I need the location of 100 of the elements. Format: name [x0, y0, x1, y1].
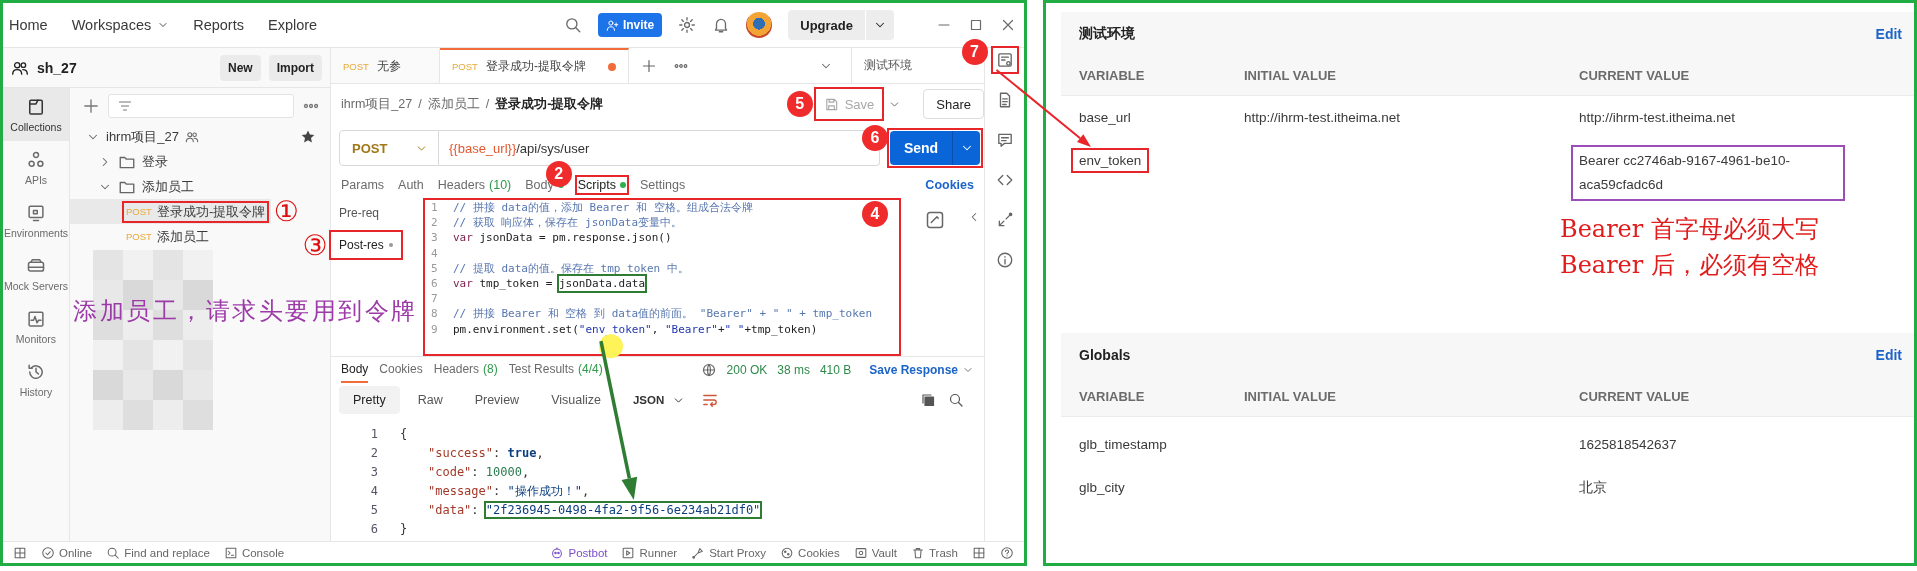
annotation-text: Bearer 后，必须有空格	[1560, 250, 1820, 281]
breadcrumb-separator: /	[418, 97, 422, 111]
copy-icon[interactable]	[920, 392, 936, 408]
panel-icon[interactable]	[13, 545, 27, 560]
response-tab[interactable]: Headers (8)	[433, 357, 498, 383]
nav-link[interactable]: Home	[9, 17, 48, 33]
section-title: Globals	[1079, 346, 1131, 363]
status-bar-item[interactable]: Console	[223, 545, 285, 560]
response-tab[interactable]: Body	[341, 357, 369, 383]
close-icon[interactable]	[1000, 17, 1016, 33]
save-response-button[interactable]: Save Response	[869, 363, 974, 377]
view-tab[interactable]: Preview	[460, 386, 534, 414]
nav-link[interactable]: Explore	[268, 17, 318, 33]
globe-icon	[700, 362, 717, 378]
table-cell: 北京	[1579, 479, 1607, 496]
environment-icon[interactable]	[995, 51, 1014, 69]
robot-icon	[550, 545, 565, 560]
view-tab[interactable]: Visualize	[537, 386, 615, 414]
toolbar-button[interactable]: New	[219, 54, 261, 81]
toolbar-button[interactable]: Import	[268, 54, 322, 81]
status-bar-item[interactable]: Postbot	[550, 545, 608, 560]
script-tab[interactable]: Post-res	[331, 232, 401, 258]
sidebar-tab[interactable]: Environments	[3, 194, 69, 247]
sidebar-tab[interactable]: Monitors	[3, 300, 69, 353]
collection-item[interactable]: ihrm项目_27	[70, 124, 330, 149]
circles-icon	[26, 149, 46, 170]
cursor-highlight	[598, 334, 623, 359]
response-tab[interactable]: Cookies	[379, 357, 423, 383]
plus-icon[interactable]	[82, 97, 100, 115]
sidebar-tab[interactable]: History	[3, 353, 69, 406]
code-line: 3 var jsonData = pm.response.json()	[430, 230, 672, 246]
breadcrumb-separator: /	[485, 97, 490, 111]
response-size: 410 B	[819, 363, 852, 377]
cookies-link[interactable]: Cookies	[925, 178, 974, 192]
search-icon	[106, 545, 121, 560]
request-section-tab[interactable]: Params	[341, 178, 385, 192]
settings-icon[interactable]	[678, 16, 697, 34]
status-bar-item[interactable]: Start Proxy	[691, 545, 767, 560]
request-item[interactable]: POST 添加员工	[70, 224, 215, 249]
folder-item[interactable]: 登录	[70, 149, 330, 174]
column-header: VARIABLE	[1079, 67, 1146, 83]
search-icon[interactable]	[563, 16, 582, 34]
script-tab[interactable]: Pre-req	[331, 200, 387, 226]
monitor-icon	[26, 202, 46, 223]
sidebar-tab[interactable]: Collections	[3, 88, 69, 141]
upgrade-button[interactable]: Upgrade	[788, 10, 865, 40]
code-line: 3 "code": 10000,	[369, 464, 531, 481]
request-title: 登录成功-提取令牌	[495, 95, 604, 113]
view-tab[interactable]: Pretty	[339, 386, 400, 414]
sidebar-tab[interactable]: APIs	[3, 141, 69, 194]
history-icon	[26, 361, 46, 382]
breadcrumb-link[interactable]: 添加员工	[427, 95, 480, 113]
share-button[interactable]: Share	[923, 89, 984, 119]
comment-icon[interactable]	[995, 131, 1014, 149]
layout-icon[interactable]	[972, 545, 986, 560]
toggle-icon[interactable]	[925, 210, 945, 230]
status-code: 200 OK	[726, 363, 768, 377]
send-button[interactable]: Send	[890, 131, 952, 165]
collections-icon	[26, 96, 46, 117]
info-icon[interactable]	[995, 251, 1014, 269]
request-tab[interactable]: POST 登录成功-提取令牌	[440, 48, 629, 83]
folder-item[interactable]: 添加员工	[70, 174, 330, 199]
filter-field[interactable]	[108, 94, 294, 118]
code-line: 7	[430, 291, 439, 307]
request-tab[interactable]: POST 无参	[331, 48, 440, 83]
status-bar-item[interactable]: Vault	[853, 545, 897, 560]
format-dropdown[interactable]: JSON	[632, 393, 686, 407]
method-dropdown[interactable]: POST	[339, 130, 439, 166]
edit-link[interactable]: Edit	[1875, 25, 1902, 42]
nav-link[interactable]: Reports	[193, 17, 244, 33]
request-section-tab[interactable]: Auth	[398, 178, 424, 192]
filter-icon	[117, 98, 133, 114]
environment-selector[interactable]: 测试环境	[851, 48, 950, 83]
sidebar-tab[interactable]: Mock Servers	[3, 247, 69, 300]
avatar[interactable]	[746, 12, 773, 38]
status-bar-item[interactable]: Cookies	[780, 545, 840, 560]
status-bar-item[interactable]: Trash	[911, 545, 958, 560]
cookie-icon	[780, 545, 795, 560]
status-bar-item[interactable]: Online	[41, 545, 93, 560]
request-section-tab[interactable]: Settings	[640, 178, 686, 192]
invite-button[interactable]: Invite	[597, 13, 663, 37]
status-bar-item[interactable]: Runner	[621, 545, 678, 560]
view-tab[interactable]: Raw	[403, 386, 457, 414]
code-line: 4	[430, 245, 439, 261]
help-icon[interactable]	[1000, 545, 1014, 560]
breadcrumb-link[interactable]: ihrm项目_27	[341, 95, 413, 113]
status-bar-item[interactable]: Find and replace	[106, 545, 210, 560]
edit-link[interactable]: Edit	[1875, 346, 1902, 363]
column-header: CURRENT VALUE	[1579, 67, 1691, 83]
maximize-icon[interactable]	[968, 17, 984, 33]
request-section-tab[interactable]: Scripts	[577, 178, 626, 192]
request-section-tab[interactable]: Headers (10)	[437, 178, 512, 192]
code-line: 1 // 拼接 data的值，添加 Bearer 和 空格。组成合法令牌	[430, 200, 753, 216]
plus-icon[interactable]	[640, 57, 657, 74]
nav-link[interactable]: Workspaces	[71, 17, 170, 33]
response-tab[interactable]: Test Results (4/4)	[508, 357, 603, 383]
column-header: INITIAL VALUE	[1244, 67, 1337, 83]
column-header: CURRENT VALUE	[1579, 388, 1691, 404]
send-dropdown-button[interactable]	[952, 131, 980, 165]
search-icon[interactable]	[948, 392, 964, 408]
